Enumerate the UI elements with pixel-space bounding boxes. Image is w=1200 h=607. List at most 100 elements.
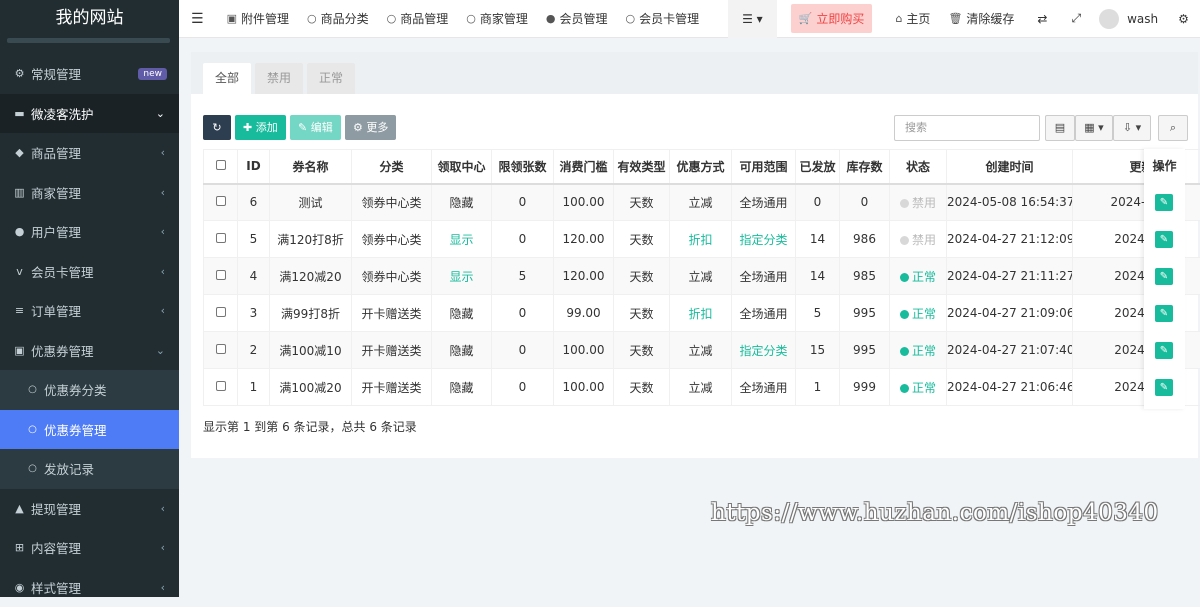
columns-dropdown-icon[interactable]: ▦ ▾: [1075, 115, 1113, 141]
user-menu[interactable]: wash: [1091, 0, 1168, 38]
list-icon: ≡: [12, 304, 27, 317]
nav-dropdown-button[interactable]: ☰ ▾: [728, 0, 777, 38]
column-header[interactable]: 创建时间: [947, 150, 1073, 184]
sitemap-icon: ⊞: [12, 541, 27, 554]
folder-open-icon: ▬: [12, 107, 27, 120]
table-row[interactable]: 5满120打8折领券中心类显示0120.00天数折扣指定分类14986禁用202…: [204, 221, 1200, 258]
site-title[interactable]: 我的网站: [0, 0, 179, 38]
sidebar-item-2[interactable]: ◆商品管理‹: [0, 133, 179, 173]
column-header[interactable]: 限领张数: [492, 150, 554, 184]
checkbox[interactable]: [216, 160, 226, 170]
cell-threshold: 99.00: [554, 295, 614, 332]
table-row[interactable]: 6测试领券中心类隐藏0100.00天数立减全场通用00禁用2024-05-08 …: [204, 184, 1200, 221]
pencil-icon: ✎: [1160, 308, 1168, 319]
toggle-view-icon[interactable]: ▤: [1045, 115, 1075, 141]
nav-icon: ○: [625, 12, 635, 25]
car-icon: ▲: [12, 502, 27, 515]
export-dropdown-icon[interactable]: ⇩ ▾: [1113, 115, 1151, 141]
column-header[interactable]: 领取中心: [432, 150, 492, 184]
cell-id: 5: [238, 221, 270, 258]
column-header[interactable]: 可用范围: [732, 150, 796, 184]
column-header[interactable]: 券名称: [270, 150, 352, 184]
sidebar-item-12[interactable]: ⊞内容管理‹: [0, 528, 179, 568]
tab-2[interactable]: 正常: [307, 63, 355, 94]
home-link[interactable]: ⌂主页: [886, 0, 939, 38]
watermark: https://www.huzhan.com/ishop40340: [711, 500, 1159, 526]
settings-gear-icon[interactable]: ⚙: [1168, 0, 1199, 38]
sidebar-item-10[interactable]: ○发放记录: [0, 449, 179, 489]
top-nav-item-2[interactable]: ○商品管理: [378, 0, 458, 38]
pagination-info: 显示第 1 到第 6 条记录，总共 6 条记录: [203, 418, 417, 435]
buy-now-button[interactable]: 🛒立即购买: [791, 4, 873, 33]
table-row[interactable]: 1满100减20开卡赠送类隐藏0100.00天数立减全场通用1999正常2024…: [204, 369, 1200, 406]
sidebar-item-13[interactable]: ◉样式管理‹: [0, 568, 179, 607]
column-header[interactable]: 已发放: [796, 150, 840, 184]
cell-limit: 5: [492, 258, 554, 295]
menu-toggle-icon[interactable]: ☰: [179, 0, 218, 38]
sidebar-item-9[interactable]: ○优惠券管理: [0, 410, 179, 450]
row-checkbox-cell[interactable]: [204, 332, 238, 369]
table-row[interactable]: 2满100减10开卡赠送类隐藏0100.00天数立减指定分类15995正常202…: [204, 332, 1200, 369]
top-nav-items: ▣附件管理○商品分类○商品管理○商家管理●会员管理○会员卡管理: [218, 0, 709, 38]
add-button[interactable]: ✚ 添加: [235, 115, 286, 140]
checkbox[interactable]: [216, 196, 226, 206]
edit-row-button[interactable]: ✎: [1155, 268, 1173, 285]
cell-status: 正常: [890, 258, 947, 295]
sidebar-item-1[interactable]: ▬微凌客洗护⌄: [0, 94, 179, 134]
select-all-checkbox[interactable]: [204, 150, 238, 184]
edit-row-button[interactable]: ✎: [1155, 305, 1173, 322]
checkbox[interactable]: [216, 381, 226, 391]
cell-valid: 天数: [614, 184, 670, 221]
edit-row-button[interactable]: ✎: [1155, 342, 1173, 359]
cell-cat: 开卡赠送类: [352, 332, 432, 369]
more-button[interactable]: ⚙ 更多: [345, 115, 396, 140]
table-toolbar: ↻ ✚ 添加 ✎ 编辑 ⚙ 更多 搜索 ▤ ▦ ▾ ⇩ ▾ ⌕: [203, 115, 1186, 141]
table-row[interactable]: 3满99打8折开卡赠送类隐藏099.00天数折扣全场通用5995正常2024-0…: [204, 295, 1200, 332]
sidebar-item-3[interactable]: ▥商家管理‹: [0, 173, 179, 213]
edit-row-button[interactable]: ✎: [1155, 194, 1173, 211]
sidebar-item-4[interactable]: ●用户管理‹: [0, 212, 179, 252]
sidebar-item-11[interactable]: ▲提现管理‹: [0, 489, 179, 529]
cell-issued: 14: [796, 221, 840, 258]
row-checkbox-cell[interactable]: [204, 221, 238, 258]
sidebar-item-0[interactable]: ⚙常规管理new: [0, 54, 179, 94]
checkbox[interactable]: [216, 270, 226, 280]
column-header[interactable]: 状态: [890, 150, 947, 184]
checkbox[interactable]: [216, 307, 226, 317]
fullscreen-icon[interactable]: ⤢: [1061, 0, 1091, 38]
top-nav-item-0[interactable]: ▣附件管理: [218, 0, 298, 38]
tab-0[interactable]: 全部: [203, 63, 251, 94]
table-row[interactable]: 4满120减20领券中心类显示5120.00天数立减全场通用14985正常202…: [204, 258, 1200, 295]
top-nav-item-4[interactable]: ●会员管理: [537, 0, 617, 38]
sidebar-item-5[interactable]: v会员卡管理‹: [0, 252, 179, 292]
tab-1[interactable]: 禁用: [255, 63, 303, 94]
checkbox[interactable]: [216, 233, 226, 243]
row-checkbox-cell[interactable]: [204, 258, 238, 295]
clear-cache-button[interactable]: 🗑清除缓存: [939, 0, 1023, 38]
edit-button[interactable]: ✎ 编辑: [290, 115, 341, 140]
sidebar-item-label: 优惠券分类: [44, 380, 107, 399]
row-checkbox-cell[interactable]: [204, 295, 238, 332]
sidebar-item-8[interactable]: ○优惠券分类: [0, 370, 179, 410]
cell-status: 正常: [890, 369, 947, 406]
column-header[interactable]: 库存数: [840, 150, 890, 184]
column-header[interactable]: 有效类型: [614, 150, 670, 184]
row-checkbox-cell[interactable]: [204, 369, 238, 406]
checkbox[interactable]: [216, 344, 226, 354]
column-header[interactable]: 消费门槛: [554, 150, 614, 184]
column-header[interactable]: 优惠方式: [670, 150, 732, 184]
column-header[interactable]: ID: [238, 150, 270, 184]
edit-row-button[interactable]: ✎: [1155, 231, 1173, 248]
top-nav-item-1[interactable]: ○商品分类: [298, 0, 378, 38]
row-checkbox-cell[interactable]: [204, 184, 238, 221]
translate-icon[interactable]: ⇄: [1023, 0, 1061, 38]
search-input[interactable]: 搜索: [894, 115, 1040, 141]
search-icon[interactable]: ⌕: [1158, 115, 1188, 141]
sidebar-item-7[interactable]: ▣优惠券管理⌄: [0, 331, 179, 371]
sidebar-item-6[interactable]: ≡订单管理‹: [0, 291, 179, 331]
top-nav-item-5[interactable]: ○会员卡管理: [616, 0, 708, 38]
edit-row-button[interactable]: ✎: [1155, 379, 1173, 396]
column-header[interactable]: 分类: [352, 150, 432, 184]
refresh-button[interactable]: ↻: [203, 115, 231, 140]
top-nav-item-3[interactable]: ○商家管理: [457, 0, 537, 38]
